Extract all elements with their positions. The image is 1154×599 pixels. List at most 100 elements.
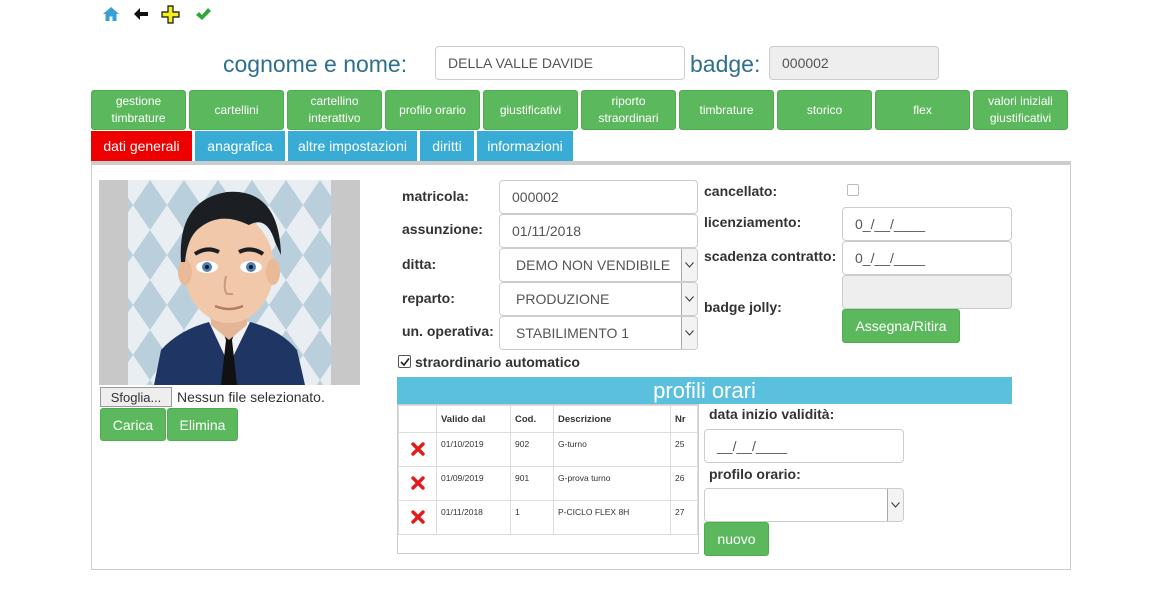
main-tab-label: giustificativi [989, 111, 1052, 125]
browse-button[interactable]: Sfoglia... [100, 387, 172, 407]
name-input[interactable]: DELLA VALLE DAVIDE [435, 46, 685, 80]
chevron-down-icon [887, 489, 903, 521]
main-tab-label: interattivo [308, 111, 361, 125]
assunzione-value: 01/11/2018 [512, 223, 582, 239]
tab-diritti[interactable]: diritti [420, 131, 474, 161]
check-icon[interactable] [193, 4, 213, 24]
ditta-label: ditta: [402, 256, 437, 272]
tab-altre-impostazioni[interactable]: altre impostazioni [288, 131, 417, 161]
main-tab-label: riporto [611, 94, 646, 108]
badge-jolly-input [842, 275, 1012, 309]
main-tab-3[interactable]: profilo orario [385, 90, 480, 130]
reparto-value: PRODUZIONE [516, 291, 610, 307]
column-header-descrizione: Descrizione [553, 405, 671, 433]
main-tab-5[interactable]: riporto straordinari [581, 90, 676, 130]
delete-row-icon[interactable] [398, 432, 437, 467]
column-header-actions [398, 405, 437, 433]
un-operativa-label: un. operativa: [402, 323, 494, 339]
scadenza-contratto-value: 0_/__/____ [855, 250, 926, 266]
un-operativa-select[interactable]: STABILIMENTO 1 [499, 316, 698, 350]
main-tab-4[interactable]: giustificativi [483, 90, 578, 130]
add-plus-icon[interactable] [160, 4, 180, 24]
main-tab-0[interactable]: gestione timbrature [91, 90, 186, 130]
main-tab-6[interactable]: timbrature [679, 90, 774, 130]
matricola-input[interactable]: 000002 [499, 180, 698, 214]
name-value: DELLA VALLE DAVIDE [448, 55, 593, 71]
home-icon[interactable] [101, 4, 121, 24]
main-tab-label: flex [913, 102, 932, 117]
tab-anagrafica[interactable]: anagrafica [195, 131, 285, 161]
main-tab-label: timbrature [111, 111, 166, 125]
cell-desc: G-prova turno [553, 466, 671, 501]
data-inizio-input[interactable]: __/__/____ [704, 429, 904, 463]
main-tab-8[interactable]: flex [875, 90, 970, 130]
scadenza-contratto-label: scadenza contratto: [704, 248, 837, 264]
main-tab-label: storico [806, 102, 843, 117]
no-file-label: Nessun file selezionato. [177, 389, 325, 405]
cell-valido: 01/10/2019 [436, 432, 511, 467]
cell-cod: 1 [510, 500, 554, 535]
main-tab-label: giustificativi [499, 102, 562, 117]
cell-nr: 25 [670, 432, 698, 467]
main-tab-label: profilo orario [399, 102, 466, 117]
main-tab-2[interactable]: cartellino interattivo [287, 90, 382, 130]
licenziamento-input[interactable]: 0_/__/____ [842, 207, 1012, 241]
cancellato-label: cancellato: [704, 183, 778, 199]
cell-cod: 902 [510, 432, 554, 467]
profili-orari-header: profili orari [397, 377, 1012, 404]
un-operativa-value: STABILIMENTO 1 [516, 325, 630, 341]
table-row[interactable]: 01/11/2018 1 P-CICLO FLEX 8H 27 [398, 500, 698, 535]
employee-photo [99, 180, 360, 385]
ditta-select[interactable]: DEMO NON VENDIBILE [499, 248, 698, 282]
main-tab-7[interactable]: storico [777, 90, 872, 130]
reparto-select[interactable]: PRODUZIONE [499, 282, 698, 316]
main-tab-9[interactable]: valori iniziali giustificativi [973, 90, 1068, 130]
upload-button[interactable]: Carica [100, 408, 166, 441]
chevron-down-icon [681, 249, 697, 281]
licenziamento-value: 0_/__/____ [855, 216, 926, 232]
cancellato-checkbox[interactable] [847, 184, 859, 196]
assunzione-input[interactable]: 01/11/2018 [499, 214, 698, 248]
profilo-orario-select[interactable] [704, 488, 904, 522]
assegna-ritira-button[interactable]: Assegna/Ritira [842, 309, 960, 343]
reparto-label: reparto: [402, 290, 455, 306]
delete-row-icon[interactable] [398, 466, 437, 501]
tab-dati-generali[interactable]: dati generali [91, 131, 192, 161]
column-header-cod: Cod. [510, 405, 554, 433]
matricola-label: matricola: [402, 188, 469, 204]
badge-input: 000002 [769, 46, 939, 80]
profili-table: Valido dal Cod. Descrizione Nr 01/10/201… [397, 404, 699, 554]
name-label: cognome e nome: [223, 51, 408, 77]
licenziamento-label: licenziamento: [704, 214, 802, 230]
check-icon [399, 357, 410, 366]
main-tab-1[interactable]: cartellini [189, 90, 284, 130]
delete-row-icon[interactable] [398, 500, 437, 535]
table-row[interactable]: 01/09/2019 901 G-prova turno 26 [398, 466, 698, 501]
data-inizio-value: __/__/____ [717, 438, 788, 454]
back-arrow-icon[interactable] [131, 4, 151, 24]
tab-informazioni[interactable]: informazioni [477, 131, 573, 161]
ditta-value: DEMO NON VENDIBILE [516, 257, 671, 273]
main-tab-label: cartellini [214, 102, 259, 117]
table-row[interactable]: 01/10/2019 902 G-turno 25 [398, 432, 698, 467]
delete-photo-button[interactable]: Elimina [167, 408, 238, 441]
main-tab-label: timbrature [699, 102, 754, 117]
chevron-down-icon [681, 283, 697, 315]
main-tab-label: cartellino [310, 94, 359, 108]
matricola-value: 000002 [512, 189, 559, 205]
badge-value: 000002 [782, 55, 829, 71]
scadenza-contratto-input[interactable]: 0_/__/____ [842, 241, 1012, 275]
main-tab-label: gestione [115, 94, 162, 108]
chevron-down-icon [681, 317, 697, 349]
cell-desc: P-CICLO FLEX 8H [553, 500, 671, 535]
main-tab-label: straordinari [598, 111, 659, 125]
badge-label: badge: [690, 51, 761, 77]
cell-desc: G-turno [553, 432, 671, 467]
badge-jolly-label: badge jolly: [704, 299, 782, 315]
nuovo-button[interactable]: nuovo [704, 522, 769, 556]
cell-valido: 01/09/2019 [436, 466, 511, 501]
data-inizio-label: data inizio validità: [709, 406, 835, 422]
main-tab-label: valori iniziali [988, 94, 1053, 108]
straordinario-checkbox[interactable] [398, 355, 411, 368]
column-header-valido: Valido dal [436, 405, 511, 433]
